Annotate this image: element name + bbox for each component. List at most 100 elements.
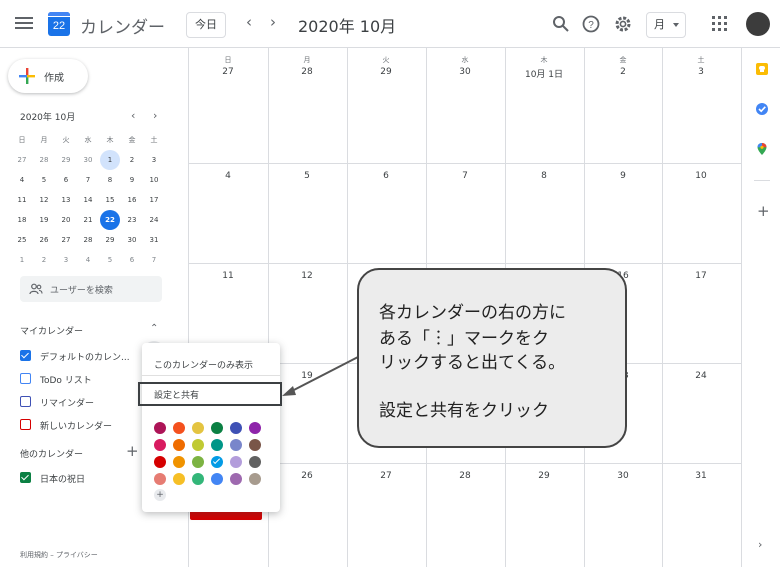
mini-calendar-day[interactable]: 7 <box>78 170 98 190</box>
calendar-list-item[interactable]: 日本の祝日 <box>20 470 150 486</box>
calendar-logo[interactable]: 22 <box>48 12 70 36</box>
color-swatch[interactable] <box>173 473 185 485</box>
day-number[interactable]: 4 <box>189 171 267 181</box>
other-calendars-title[interactable]: 他のカレンダー <box>20 447 83 460</box>
day-number[interactable]: 10月 1日 <box>505 67 583 80</box>
day-number[interactable]: 30 <box>584 471 662 481</box>
get-addons-button[interactable]: + <box>757 202 770 220</box>
mini-calendar-day[interactable]: 24 <box>144 210 164 230</box>
color-swatch[interactable] <box>211 422 223 434</box>
mini-calendar-day[interactable]: 9 <box>122 170 142 190</box>
today-button[interactable]: 今日 <box>186 12 226 38</box>
calendar-checkbox[interactable] <box>20 373 31 384</box>
color-swatch[interactable] <box>211 456 223 468</box>
mini-calendar-day[interactable]: 2 <box>122 150 142 170</box>
mini-calendar-day[interactable]: 22 <box>100 210 120 230</box>
color-swatch[interactable] <box>230 422 242 434</box>
calendar-checkbox[interactable] <box>20 396 31 407</box>
mini-calendar-day[interactable]: 31 <box>144 230 164 250</box>
color-swatch[interactable] <box>192 456 204 468</box>
day-number[interactable]: 7 <box>426 171 504 181</box>
my-calendars-title[interactable]: マイカレンダー <box>20 324 83 337</box>
calendar-list-item[interactable]: 新しいカレンダー <box>20 417 150 433</box>
tasks-icon[interactable] <box>755 102 769 116</box>
display-this-only-item[interactable]: このカレンダーのみ表示 <box>154 358 253 371</box>
day-number[interactable]: 12 <box>268 271 346 281</box>
day-number[interactable]: 27 <box>347 471 425 481</box>
mini-calendar-day[interactable]: 1 <box>100 150 120 170</box>
mini-calendar-day[interactable]: 19 <box>34 210 54 230</box>
color-swatch[interactable] <box>154 473 166 485</box>
color-swatch[interactable] <box>211 439 223 451</box>
color-swatch[interactable] <box>249 456 261 468</box>
mini-calendar-day[interactable]: 30 <box>122 230 142 250</box>
keep-icon[interactable] <box>755 62 769 76</box>
calendar-checkbox[interactable] <box>20 472 31 483</box>
mini-calendar-day[interactable]: 4 <box>78 250 98 270</box>
day-number[interactable]: 10 <box>662 171 740 181</box>
color-swatch[interactable] <box>249 473 261 485</box>
account-avatar[interactable] <box>746 12 770 36</box>
mini-calendar-day[interactable]: 14 <box>78 190 98 210</box>
color-swatch[interactable] <box>173 422 185 434</box>
mini-calendar-day[interactable]: 29 <box>100 230 120 250</box>
create-button[interactable]: 作成 <box>8 59 88 93</box>
mini-calendar-day[interactable]: 7 <box>144 250 164 270</box>
mini-calendar-day[interactable]: 20 <box>56 210 76 230</box>
add-other-calendar-icon[interactable]: + <box>126 442 139 460</box>
mini-calendar-day[interactable]: 26 <box>34 230 54 250</box>
mini-calendar-day[interactable]: 6 <box>122 250 142 270</box>
day-number[interactable]: 29 <box>347 67 425 77</box>
calendar-list-item[interactable]: リマインダー <box>20 394 150 410</box>
mini-calendar-day[interactable]: 18 <box>12 210 32 230</box>
day-number[interactable]: 11 <box>189 271 267 281</box>
color-swatch[interactable] <box>154 422 166 434</box>
color-swatch[interactable] <box>192 439 204 451</box>
calendar-list-item[interactable]: デフォルトのカレン... <box>20 348 150 364</box>
mini-calendar-day[interactable]: 11 <box>12 190 32 210</box>
day-number[interactable]: 24 <box>662 371 740 381</box>
mini-calendar-day[interactable]: 17 <box>144 190 164 210</box>
day-number[interactable]: 17 <box>662 271 740 281</box>
day-number[interactable]: 3 <box>662 67 740 77</box>
day-number[interactable]: 27 <box>189 67 267 77</box>
mini-calendar-day[interactable]: 16 <box>122 190 142 210</box>
mini-calendar-day[interactable]: 1 <box>12 250 32 270</box>
day-number[interactable]: 6 <box>347 171 425 181</box>
mini-calendar-day[interactable]: 3 <box>56 250 76 270</box>
day-number[interactable]: 29 <box>505 471 583 481</box>
mini-calendar-day[interactable]: 23 <box>122 210 142 230</box>
color-swatch[interactable] <box>230 439 242 451</box>
mini-calendar-day[interactable]: 25 <box>12 230 32 250</box>
mini-calendar-day[interactable]: 3 <box>144 150 164 170</box>
terms-privacy-link[interactable]: 利用規約 – プライバシー <box>20 550 98 560</box>
calendar-list-item[interactable]: ToDo リスト <box>20 371 150 387</box>
color-swatch[interactable] <box>230 473 242 485</box>
color-swatch[interactable] <box>211 473 223 485</box>
app-title[interactable]: カレンダー <box>80 13 165 38</box>
color-swatch[interactable] <box>154 439 166 451</box>
calendar-checkbox[interactable] <box>20 419 31 430</box>
day-number[interactable]: 2 <box>584 67 662 77</box>
mini-calendar-day[interactable]: 12 <box>34 190 54 210</box>
color-swatch[interactable] <box>173 456 185 468</box>
chevron-up-icon[interactable]: ⌃ <box>150 323 158 334</box>
mini-calendar-day[interactable]: 8 <box>100 170 120 190</box>
expand-side-panel-button[interactable]: › <box>758 538 762 551</box>
mini-calendar-day[interactable]: 13 <box>56 190 76 210</box>
mini-calendar-day[interactable]: 29 <box>56 150 76 170</box>
day-number[interactable]: 28 <box>268 67 346 77</box>
main-menu-icon[interactable] <box>14 14 34 34</box>
day-number[interactable]: 30 <box>426 67 504 77</box>
color-swatch[interactable] <box>192 473 204 485</box>
day-number[interactable]: 5 <box>268 171 346 181</box>
next-period-button[interactable]: › <box>270 13 276 31</box>
mini-calendar-day[interactable]: 21 <box>78 210 98 230</box>
mini-calendar-day[interactable]: 6 <box>56 170 76 190</box>
mini-calendar-prev-button[interactable]: ‹ <box>131 109 135 122</box>
mini-calendar-day[interactable]: 10 <box>144 170 164 190</box>
view-select[interactable]: 月 <box>646 12 686 38</box>
mini-calendar-day[interactable]: 27 <box>56 230 76 250</box>
day-number[interactable]: 9 <box>584 171 662 181</box>
day-number[interactable]: 28 <box>426 471 504 481</box>
